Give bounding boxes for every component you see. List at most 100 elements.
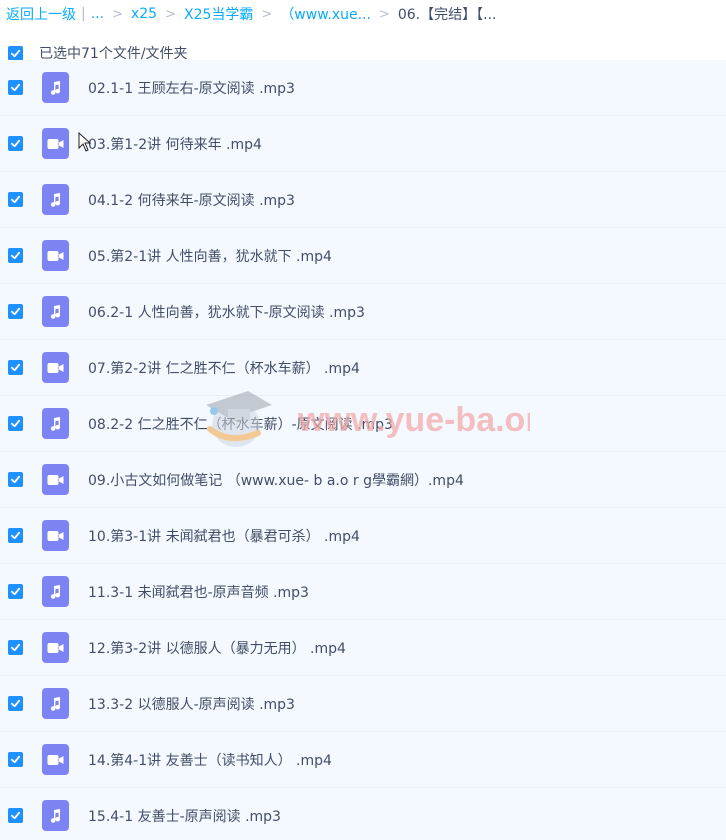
video-file-icon — [42, 632, 69, 663]
file-row[interactable]: 15.4-1 友善士-原声阅读 .mp3 — [0, 788, 726, 840]
checkmark-icon — [10, 195, 21, 204]
file-name[interactable]: 08.2-2 仁之胜不仁（杯水车薪）-原文阅读 .mp3 — [88, 414, 393, 434]
video-file-icon — [42, 744, 69, 775]
checkmark-icon — [10, 419, 21, 428]
video-camera-icon — [47, 530, 64, 541]
checkmark-icon — [10, 587, 21, 596]
breadcrumb-pipe: | — [81, 6, 86, 22]
file-checkbox[interactable] — [8, 360, 23, 375]
file-checkbox[interactable] — [8, 640, 23, 655]
mouse-cursor-icon — [78, 132, 92, 152]
breadcrumb-separator: > — [261, 6, 273, 22]
file-row[interactable]: 05.第2-1讲 人性向善，犹水就下 .mp4 — [0, 228, 726, 284]
file-row[interactable]: 06.2-1 人性向善，犹水就下-原文阅读 .mp3 — [0, 284, 726, 340]
video-file-icon — [42, 464, 69, 495]
audio-file-icon — [42, 576, 69, 607]
select-all-checkbox[interactable] — [8, 45, 23, 61]
video-camera-icon — [47, 754, 64, 765]
checkmark-icon — [10, 139, 21, 148]
file-row[interactable]: 13.3-2 以德服人-原声阅读 .mp3 — [0, 676, 726, 732]
file-checkbox[interactable] — [8, 472, 23, 487]
video-camera-icon — [47, 642, 64, 653]
music-note-icon — [50, 304, 60, 319]
file-name[interactable]: 07.第2-2讲 仁之胜不仁（杯水车薪） .mp4 — [88, 358, 360, 378]
checkmark-icon — [10, 699, 21, 708]
file-checkbox[interactable] — [8, 584, 23, 599]
music-note-icon — [50, 808, 60, 823]
file-row[interactable]: 09.小古文如何做笔记 （www.xue- b a.o r g學霸網）.mp4 — [0, 452, 726, 508]
file-row[interactable]: 14.第4-1讲 友善士（读书知人） .mp4 — [0, 732, 726, 788]
checkmark-icon — [10, 83, 21, 92]
video-file-icon — [42, 352, 69, 383]
audio-file-icon — [42, 408, 69, 439]
checkmark-icon — [10, 475, 21, 484]
audio-file-icon — [42, 688, 69, 719]
music-note-icon — [50, 80, 60, 95]
file-name[interactable]: 09.小古文如何做笔记 （www.xue- b a.o r g學霸網）.mp4 — [88, 470, 464, 490]
video-camera-icon — [47, 138, 64, 149]
file-row[interactable]: 03.第1-2讲 何待来年 .mp4 — [0, 116, 726, 172]
checkmark-icon — [10, 363, 21, 372]
audio-file-icon — [42, 800, 69, 831]
breadcrumb-item-x25-xueba[interactable]: X25当学霸 — [184, 4, 253, 24]
file-row[interactable]: 12.第3-2讲 以德服人（暴力无用） .mp4 — [0, 620, 726, 676]
audio-file-icon — [42, 184, 69, 215]
file-checkbox[interactable] — [8, 752, 23, 767]
file-name[interactable]: 14.第4-1讲 友善士（读书知人） .mp4 — [88, 750, 332, 770]
checkmark-icon — [10, 643, 21, 652]
file-row[interactable]: 10.第3-1讲 未闻弑君也（暴君可杀） .mp4 — [0, 508, 726, 564]
breadcrumb: 返回上一级 | ... > x25 > X25当学霸 > （www.xue...… — [0, 0, 726, 28]
breadcrumb-separator: > — [378, 6, 390, 22]
file-checkbox[interactable] — [8, 696, 23, 711]
breadcrumb-current: 06.【完结】【... — [397, 7, 497, 23]
file-name[interactable]: 04.1-2 何待来年-原文阅读 .mp3 — [88, 190, 295, 210]
file-checkbox[interactable] — [8, 528, 23, 543]
checkmark-icon — [10, 531, 21, 540]
checkmark-icon — [10, 811, 21, 820]
file-checkbox[interactable] — [8, 192, 23, 207]
breadcrumb-separator: > — [112, 6, 123, 22]
checkmark-icon — [10, 49, 21, 57]
file-checkbox[interactable] — [8, 136, 23, 151]
file-name[interactable]: 06.2-1 人性向善，犹水就下-原文阅读 .mp3 — [88, 302, 365, 322]
file-row[interactable]: 02.1-1 王顾左右-原文阅读 .mp3 — [0, 60, 726, 116]
file-name[interactable]: 10.第3-1讲 未闻弑君也（暴君可杀） .mp4 — [88, 526, 360, 546]
file-checkbox[interactable] — [8, 80, 23, 95]
music-note-icon — [50, 192, 60, 207]
file-name[interactable]: 03.第1-2讲 何待来年 .mp4 — [88, 134, 262, 154]
file-list: 02.1-1 王顾左右-原文阅读 .mp3 03.第1-2讲 何待来年 .mp4 0… — [0, 60, 726, 840]
video-camera-icon — [47, 250, 64, 261]
file-row[interactable]: 08.2-2 仁之胜不仁（杯水车薪）-原文阅读 .mp3 — [0, 396, 726, 452]
video-camera-icon — [47, 474, 64, 485]
file-checkbox[interactable] — [8, 808, 23, 823]
file-row[interactable]: 07.第2-2讲 仁之胜不仁（杯水车薪） .mp4 — [0, 340, 726, 396]
video-file-icon — [42, 520, 69, 551]
music-note-icon — [50, 416, 60, 431]
file-row[interactable]: 04.1-2 何待来年-原文阅读 .mp3 — [0, 172, 726, 228]
video-camera-icon — [47, 362, 64, 373]
checkmark-icon — [10, 251, 21, 260]
file-checkbox[interactable] — [8, 248, 23, 263]
file-row[interactable]: 11.3-1 未闻弑君也-原声音频 .mp3 — [0, 564, 726, 620]
breadcrumb-item-www-xue[interactable]: （www.xue... — [280, 4, 371, 24]
file-name[interactable]: 12.第3-2讲 以德服人（暴力无用） .mp4 — [88, 638, 346, 658]
file-name[interactable]: 11.3-1 未闻弑君也-原声音频 .mp3 — [88, 582, 309, 602]
breadcrumb-ellipsis[interactable]: ... — [91, 6, 104, 22]
audio-file-icon — [42, 296, 69, 327]
music-note-icon — [50, 696, 60, 711]
file-name[interactable]: 05.第2-1讲 人性向善，犹水就下 .mp4 — [88, 246, 332, 266]
file-name[interactable]: 02.1-1 王顾左右-原文阅读 .mp3 — [88, 78, 295, 98]
file-name[interactable]: 15.4-1 友善士-原声阅读 .mp3 — [88, 806, 281, 826]
back-link[interactable]: 返回上一级 — [6, 4, 76, 24]
file-checkbox[interactable] — [8, 416, 23, 431]
breadcrumb-separator: > — [165, 6, 176, 22]
file-checkbox[interactable] — [8, 304, 23, 319]
checkmark-icon — [10, 755, 21, 764]
audio-file-icon — [42, 72, 69, 103]
file-name[interactable]: 13.3-2 以德服人-原声阅读 .mp3 — [88, 694, 295, 714]
music-note-icon — [50, 584, 60, 599]
breadcrumb-item-x25[interactable]: x25 — [131, 6, 157, 22]
video-file-icon — [42, 240, 69, 271]
checkmark-icon — [10, 307, 21, 316]
video-file-icon — [42, 128, 69, 159]
